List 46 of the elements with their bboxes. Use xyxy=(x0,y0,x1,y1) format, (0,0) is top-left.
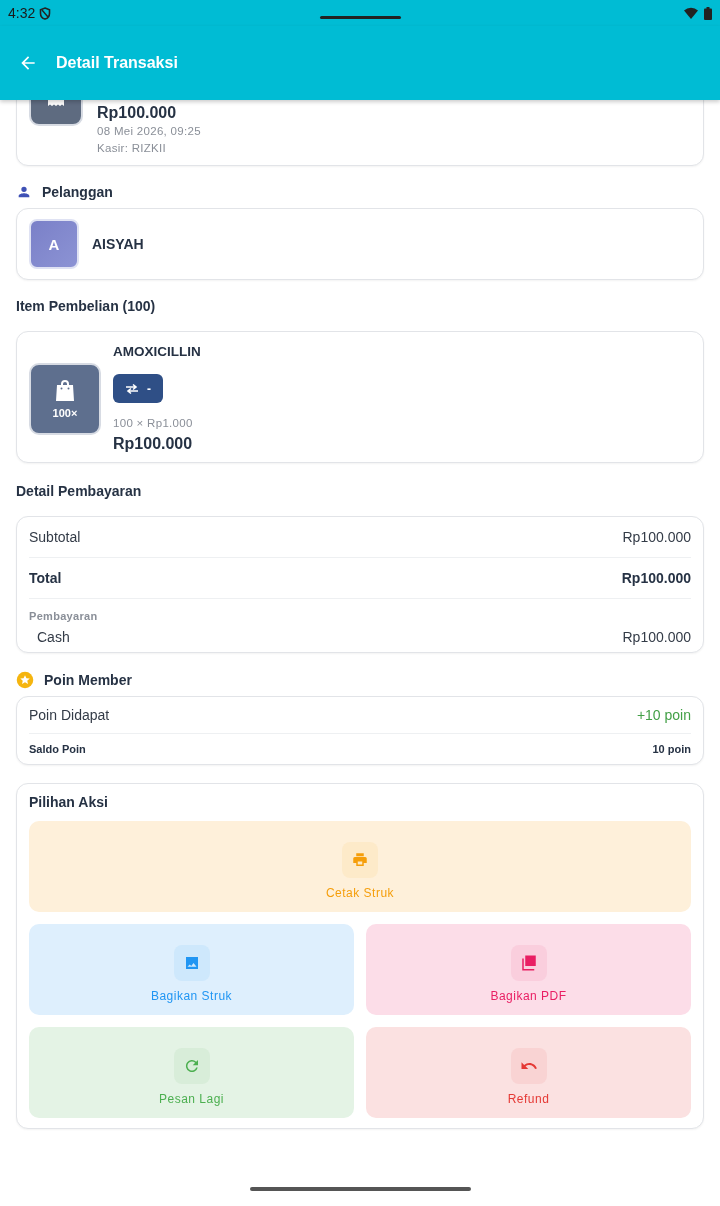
pdf-icon xyxy=(519,953,538,972)
payment-amount: Rp100.000 xyxy=(621,570,691,586)
section-heading: Item Pembelian (100) xyxy=(16,298,156,314)
payment-label: Total xyxy=(29,570,62,586)
action-label: Bagikan Struk xyxy=(150,988,233,1003)
customer-avatar: A xyxy=(29,219,79,269)
action-label: Cetak Struk xyxy=(325,885,395,900)
action-label: Bagikan PDF xyxy=(490,988,567,1003)
person-icon xyxy=(16,184,32,200)
balance-label: Saldo Poin xyxy=(29,743,86,755)
item-name: AMOXICILLIN xyxy=(113,344,201,360)
unit-button[interactable]: - xyxy=(113,374,163,403)
customer-name: AISYAH xyxy=(92,236,144,252)
transaction-amount: Rp100.000 xyxy=(97,103,178,123)
points-value: +10 poin xyxy=(636,707,691,723)
action-label: Pesan Lagi xyxy=(158,1091,224,1106)
section-heading: Detail Pembayaran xyxy=(16,483,142,499)
section-heading: Pelanggan xyxy=(42,184,113,200)
balance-value: 10 poin xyxy=(652,743,691,755)
printer-icon xyxy=(351,850,369,869)
section-heading: Poin Member xyxy=(44,672,132,688)
payment-amount: Rp100.000 xyxy=(622,629,691,645)
payment-method-heading: Pembayaran xyxy=(29,610,99,622)
payment-amount: Rp100.000 xyxy=(622,529,691,545)
action-button[interactable]: Bagikan PDF xyxy=(366,924,691,1015)
action-button[interactable]: Cetak Struk xyxy=(29,821,691,912)
transaction-date: 08 Mei 2026, 09:25 xyxy=(97,124,201,139)
shield-icon xyxy=(39,6,52,20)
item-total: Rp100.000 xyxy=(113,434,193,454)
swap-icon xyxy=(125,382,139,395)
unit-price: 100 × Rp1.000 xyxy=(113,416,193,431)
action-button[interactable]: Refund xyxy=(366,1027,691,1118)
action-label: Refund xyxy=(507,1091,550,1106)
card-title: Pilihan Aksi xyxy=(29,794,109,810)
cashier-name: Kasir: RIZKII xyxy=(97,141,168,156)
payment-label: Subtotal xyxy=(29,529,81,545)
action-button[interactable]: Pesan Lagi xyxy=(29,1027,354,1118)
points-label: Poin Didapat xyxy=(29,707,110,723)
screen-title: Detail Transaksi xyxy=(56,54,178,72)
product-thumbnail: 100× xyxy=(29,363,101,435)
bag-icon xyxy=(55,379,75,401)
payment-method: Cash xyxy=(37,629,70,645)
wifi-icon xyxy=(684,7,698,19)
action-button[interactable]: Bagikan Struk xyxy=(29,924,354,1015)
status-time: 4:32 xyxy=(8,5,36,21)
battery-icon xyxy=(704,6,712,20)
